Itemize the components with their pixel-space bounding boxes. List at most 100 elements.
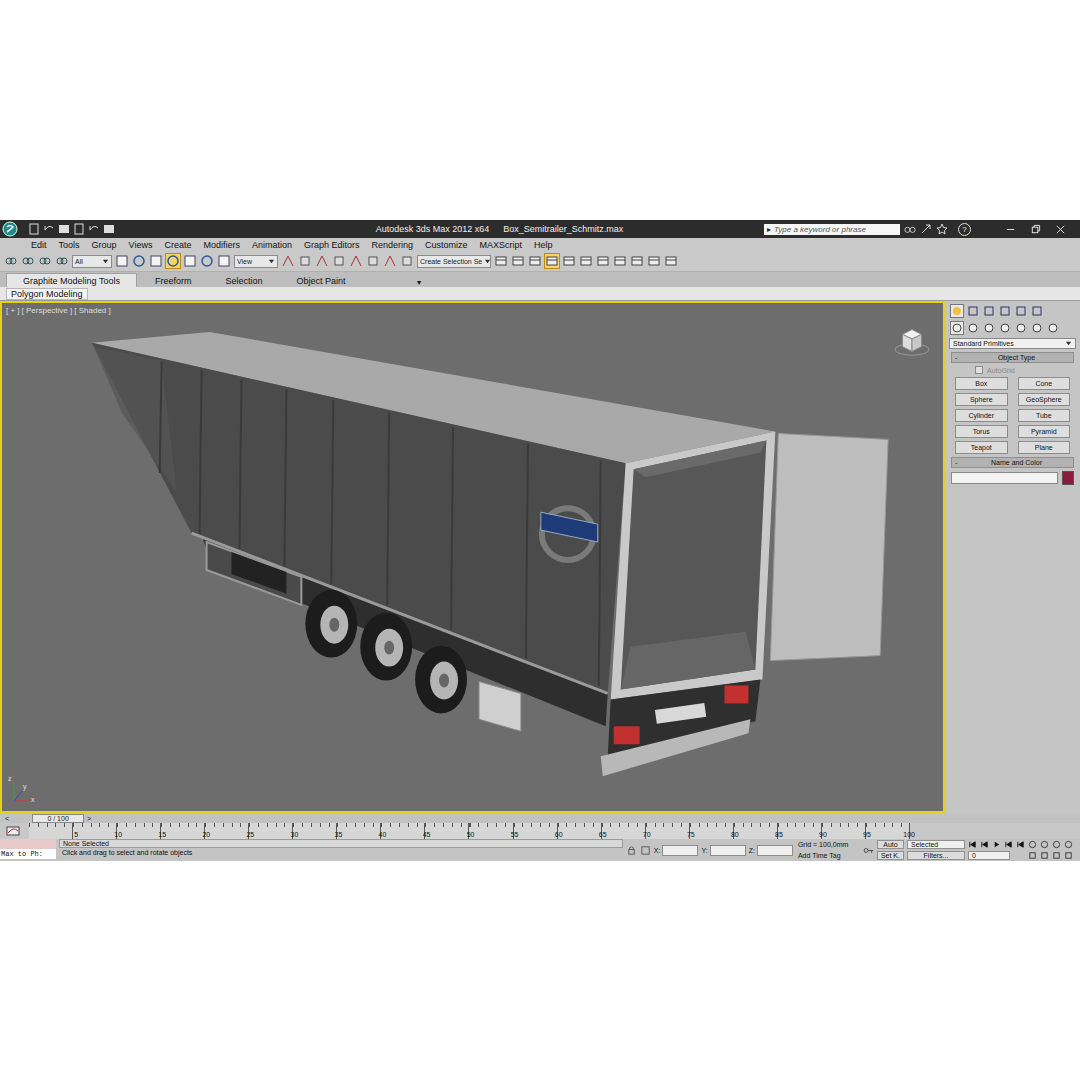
transform-tool-icon[interactable] (166, 254, 180, 268)
binoculars-icon[interactable] (904, 223, 916, 235)
rollout-toggle[interactable]: - (955, 459, 963, 466)
quick-access-icon[interactable] (43, 223, 55, 235)
frame-ruler[interactable]: 5101520253035404550556065707580859095100 (29, 823, 910, 839)
transform-tool-icon[interactable] (149, 254, 163, 268)
editor-tool-icon[interactable] (596, 254, 610, 268)
menu-item[interactable]: Graph Editors (304, 240, 360, 250)
create-category-icon[interactable] (1047, 322, 1059, 334)
time-slider-next[interactable]: > (84, 815, 94, 822)
navigation-icon[interactable] (1064, 851, 1073, 860)
key-filter-dropdown[interactable]: Selected (907, 840, 965, 849)
create-category-icon[interactable] (967, 322, 979, 334)
link-tool-icon[interactable] (38, 254, 52, 268)
primitive-button[interactable]: Teapot (955, 441, 1008, 454)
create-category-icon[interactable] (1015, 322, 1027, 334)
editor-tool-icon[interactable] (647, 254, 661, 268)
checkbox-box[interactable] (975, 366, 983, 374)
rollout-header[interactable]: -Name and Color (951, 457, 1074, 468)
navigation-icon[interactable] (1052, 851, 1061, 860)
editor-tool-icon[interactable] (494, 254, 508, 268)
menu-item[interactable]: Rendering (372, 240, 414, 250)
add-time-tag[interactable]: Add Time Tag (796, 852, 860, 859)
coordinate-value[interactable] (710, 845, 746, 856)
coordinate-value[interactable] (662, 845, 698, 856)
transform-tool-icon[interactable] (115, 254, 129, 268)
primitive-button[interactable]: Sphere (955, 393, 1008, 406)
menu-item[interactable]: Views (129, 240, 153, 250)
menu-item[interactable]: Group (92, 240, 117, 250)
reference-coordinate-dropdown[interactable]: View (234, 255, 278, 268)
primitive-button[interactable]: Tube (1018, 409, 1071, 422)
filters-button[interactable]: Filters... (907, 851, 965, 860)
create-category-icon[interactable] (999, 322, 1011, 334)
panel-tab-icon[interactable] (1031, 305, 1043, 317)
menu-item[interactable]: Animation (252, 240, 292, 250)
current-frame-field[interactable]: 0 (968, 851, 1010, 860)
editor-tool-icon[interactable] (664, 254, 678, 268)
time-slider-prev[interactable]: < (2, 815, 12, 822)
panel-tab-icon[interactable] (983, 305, 995, 317)
link-tool-icon[interactable] (4, 254, 18, 268)
quick-access-icon[interactable] (103, 223, 115, 235)
create-category-icon[interactable] (1031, 322, 1043, 334)
panel-tab-icon[interactable] (1015, 305, 1027, 317)
coordinate-value[interactable] (757, 845, 793, 856)
curve-editor-icon[interactable] (6, 825, 20, 837)
transform-tool-icon[interactable] (183, 254, 197, 268)
primitive-button[interactable]: Box (955, 377, 1008, 390)
navigation-icon[interactable] (1028, 840, 1037, 849)
lock-icon[interactable] (626, 845, 637, 856)
viewport-label-item[interactable]: [ Perspective ] (22, 306, 73, 315)
selection-filter-dropdown[interactable]: All (72, 255, 112, 268)
menu-item[interactable]: MAXScript (480, 240, 523, 250)
close-icon[interactable] (1055, 224, 1066, 235)
panel-tab-icon[interactable] (967, 305, 979, 317)
playback-icon[interactable] (1016, 840, 1025, 849)
create-category-icon[interactable] (951, 322, 963, 334)
editor-tool-icon[interactable] (528, 254, 542, 268)
object-color-swatch[interactable] (1062, 471, 1074, 485)
app-logo-icon[interactable] (2, 221, 18, 237)
search-arrow[interactable]: ▸ (767, 225, 771, 234)
rollout-toggle[interactable]: - (955, 354, 963, 361)
navigation-icon[interactable] (1064, 840, 1073, 849)
object-name-field[interactable] (951, 472, 1058, 484)
viewcube-icon[interactable] (893, 321, 931, 359)
absolute-mode-icon[interactable] (640, 845, 651, 856)
time-slider-thumb[interactable]: 0 / 100 (32, 814, 84, 823)
snap-tool-icon[interactable] (332, 254, 346, 268)
editor-tool-icon[interactable] (630, 254, 644, 268)
navigation-icon[interactable] (1040, 840, 1049, 849)
transform-tool-icon[interactable] (217, 254, 231, 268)
link-tool-icon[interactable] (21, 254, 35, 268)
named-selection-dropdown[interactable]: Create Selection Se (417, 255, 491, 268)
playback-icon[interactable] (980, 840, 989, 849)
restore-icon[interactable] (1030, 224, 1041, 235)
transform-tool-icon[interactable] (200, 254, 214, 268)
perspective-viewport[interactable]: [ + ][ Perspective ][ Shaded ]xyz (0, 301, 945, 813)
primitive-button[interactable]: Plane (1018, 441, 1071, 454)
panel-tab-icon[interactable] (999, 305, 1011, 317)
snap-tool-icon[interactable] (298, 254, 312, 268)
help-button[interactable]: ? (958, 223, 971, 236)
quick-access-icon[interactable] (73, 223, 85, 235)
snap-tool-icon[interactable] (400, 254, 414, 268)
editor-tool-icon[interactable] (562, 254, 576, 268)
menu-item[interactable]: Tools (59, 240, 80, 250)
editor-tool-icon[interactable] (511, 254, 525, 268)
snap-tool-icon[interactable] (315, 254, 329, 268)
viewport-label-item[interactable]: [ + ] (6, 306, 20, 315)
transform-tool-icon[interactable] (132, 254, 146, 268)
create-category-icon[interactable] (983, 322, 995, 334)
ribbon-menu-button[interactable]: ▾ (413, 278, 425, 287)
primitive-button[interactable]: Pyramid (1018, 425, 1071, 438)
menu-item[interactable]: Help (534, 240, 553, 250)
quick-access-icon[interactable] (28, 223, 40, 235)
quick-access-icon[interactable] (88, 223, 100, 235)
primitive-category-dropdown[interactable]: Standard Primitives (949, 338, 1076, 349)
navigation-icon[interactable] (1040, 851, 1049, 860)
ribbon-tab[interactable]: Selection (209, 274, 278, 287)
primitive-button[interactable]: Cylinder (955, 409, 1008, 422)
snap-tool-icon[interactable] (349, 254, 363, 268)
snap-tool-icon[interactable] (366, 254, 380, 268)
